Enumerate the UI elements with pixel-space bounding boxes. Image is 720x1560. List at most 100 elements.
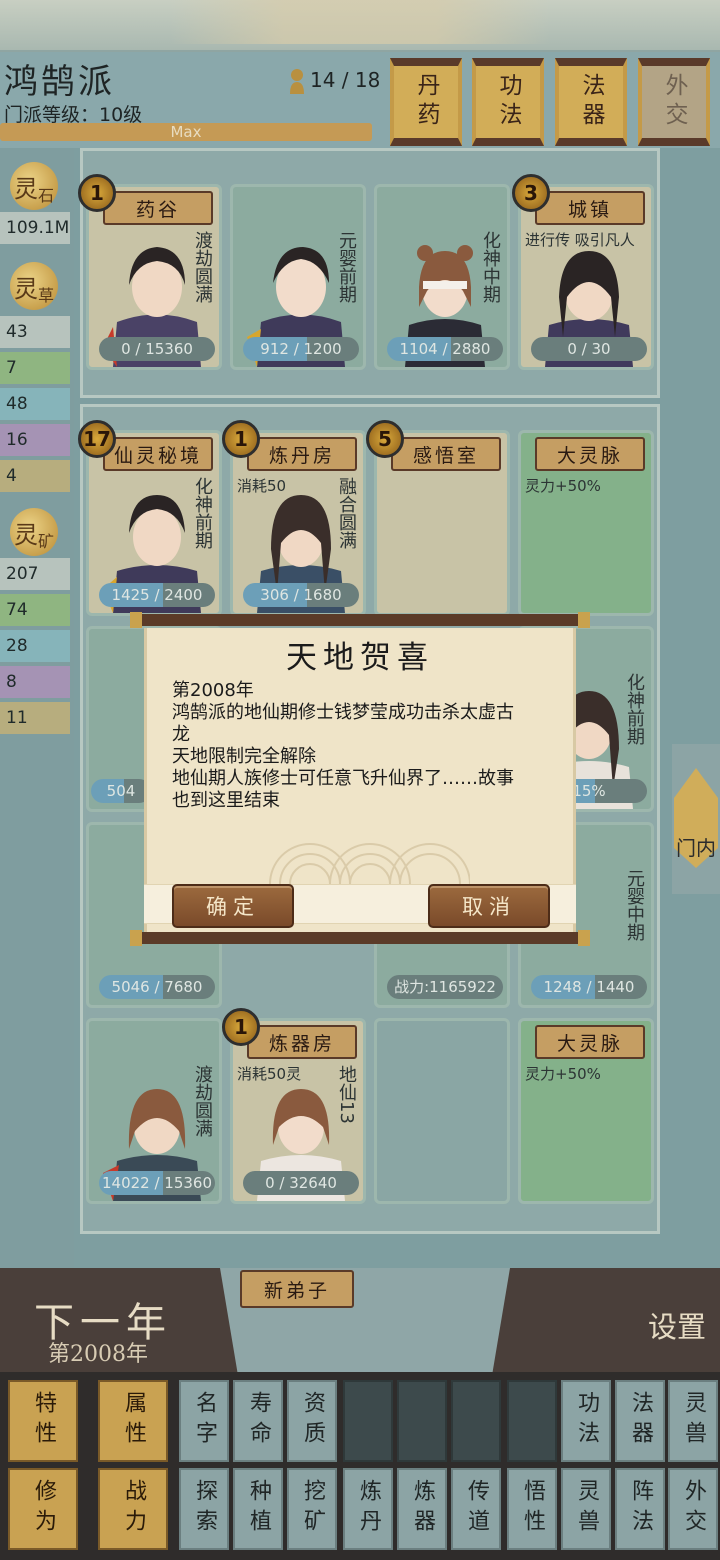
cloud-decoration [269, 843, 470, 884]
sort-alchemy[interactable]: 炼丹 [343, 1468, 393, 1550]
dialog-line: 也到这里结束 [172, 790, 280, 811]
building-card-alchemy-room[interactable]: 炼丹房 消耗50 融合圆满 306 / 1680 [230, 430, 366, 616]
side-tab-inner-sect[interactable]: 门内 [672, 744, 720, 894]
ore-value-green: 74 [0, 594, 70, 626]
herb-value-purple: 16 [0, 424, 70, 456]
building-count-badge: 1 [222, 1008, 260, 1046]
dialog-line: 第2008年 [172, 680, 254, 701]
sort-forging[interactable]: 炼器 [397, 1468, 447, 1550]
sort-trait[interactable]: 特性 [8, 1380, 78, 1462]
dialog-bottom-rod [130, 930, 590, 946]
realm-text: 渡劫圆满 [192, 1065, 213, 1137]
dialog-line: 天地限制完全解除 [172, 746, 316, 767]
sort-technique[interactable]: 功法 [561, 1380, 611, 1462]
herb-value-common: 43 [0, 316, 70, 348]
ore-value-common: 207 [0, 558, 70, 590]
building-card-secret-realm[interactable]: 仙灵秘境 化神前期 1425 / 2400 [86, 430, 222, 616]
progress-bar: 0 / 15360 [99, 337, 215, 361]
sort-aptitude[interactable]: 资质 [287, 1380, 337, 1462]
sort-lifespan[interactable]: 寿命 [233, 1380, 283, 1462]
cancel-button[interactable]: 取消 [428, 884, 550, 928]
sect-name: 鸿鹄派 [4, 62, 115, 102]
sort-comprehension[interactable]: 悟性 [507, 1468, 557, 1550]
spirit-stone-value: 109.1M [0, 212, 70, 244]
building-count-badge: 5 [366, 420, 404, 458]
building-count-badge: 1 [78, 174, 116, 212]
building-label: 炼丹房 [247, 437, 357, 471]
sect-level-bar: Max [0, 123, 372, 141]
building-card-insight-room[interactable]: 感悟室 [374, 430, 510, 616]
combat-power-bar: 战力:1165922 [387, 975, 503, 999]
tab-artifacts[interactable]: 法器 [555, 58, 627, 146]
sort-name[interactable]: 名字 [179, 1380, 229, 1462]
progress-bar: 1104 / 2880 [387, 337, 503, 361]
progress-bar: 0 / 30 [531, 337, 647, 361]
new-disciple-button[interactable]: 新弟子 [240, 1270, 354, 1308]
settings-button[interactable]: 设置 [648, 1304, 706, 1346]
building-card-spirit-vein[interactable]: 大灵脉 灵力+50% [518, 430, 654, 616]
building-label: 感悟室 [391, 437, 501, 471]
population-count: 14 / 18 [310, 68, 381, 92]
realm-text: 元婴中期 [624, 869, 645, 941]
herb-value-gold: 4 [0, 460, 70, 492]
disciple-card[interactable]: 渡劫圆满 14022 / 15360 [86, 1018, 222, 1204]
sort-diplomacy[interactable]: 外交 [668, 1468, 718, 1550]
ore-value-purple: 8 [0, 666, 70, 698]
sort-explore[interactable]: 探索 [179, 1468, 229, 1550]
progress-bar: 504 [91, 779, 151, 803]
sort-planting[interactable]: 种植 [233, 1468, 283, 1550]
side-tab-label: 门内 [676, 836, 716, 860]
sort-attribute[interactable]: 属性 [98, 1380, 168, 1462]
building-label: 药谷 [103, 191, 213, 225]
realm-text: 化神中期 [480, 231, 501, 303]
progress-bar: 0 / 32640 [243, 1171, 359, 1195]
building-label: 仙灵秘境 [103, 437, 213, 471]
progress-bar: 1248 / 1440 [531, 975, 647, 999]
sort-artifact[interactable]: 法器 [615, 1380, 665, 1462]
realm-text: 化神前期 [192, 477, 213, 549]
building-label: 城镇 [535, 191, 645, 225]
realm-text: 融合圆满 [336, 477, 357, 549]
progress-bar: 14022 / 15360 [99, 1171, 215, 1195]
building-count-badge: 3 [512, 174, 550, 212]
sort-teaching[interactable]: 传道 [451, 1468, 501, 1550]
disciple-card[interactable]: 元婴前期 912 / 1200 [230, 184, 366, 370]
building-card-spirit-vein[interactable]: 大灵脉 灵力+50% [518, 1018, 654, 1204]
dialog-line: 龙 [172, 724, 190, 745]
sort-empty-slot [507, 1380, 557, 1462]
ore-value-gold: 11 [0, 702, 70, 734]
building-card-town[interactable]: 城镇 进行传 吸引凡人 0 / 30 [518, 184, 654, 370]
dialog-title: 天地贺喜 [286, 640, 434, 676]
sort-beast[interactable]: 灵兽 [561, 1468, 611, 1550]
dialog-top-rod [130, 612, 590, 628]
building-label: 炼器房 [247, 1025, 357, 1059]
ore-value-blue: 28 [0, 630, 70, 662]
building-effect: 灵力+50% [525, 477, 601, 495]
herb-value-green: 7 [0, 352, 70, 384]
tab-diplomacy[interactable]: 外交 [638, 58, 710, 146]
disciple-card[interactable]: 化神中期 1104 / 2880 [374, 184, 510, 370]
current-year: 第2008年 [48, 1342, 148, 1367]
confirm-button[interactable]: 确定 [172, 884, 294, 928]
tab-techniques[interactable]: 功法 [472, 58, 544, 146]
sort-empty-slot [343, 1380, 393, 1462]
person-icon [290, 69, 304, 94]
building-card-herb-valley[interactable]: 药谷 渡劫圆满 0 / 15360 [86, 184, 222, 370]
dialog-line: 地仙期人族修士可任意飞升仙界了……故事 [172, 768, 514, 789]
building-card-forge-room[interactable]: 炼器房 消耗50灵 地仙13 0 / 32640 [230, 1018, 366, 1204]
realm-text: 元婴前期 [336, 231, 357, 303]
realm-text: 渡劫圆满 [192, 231, 213, 303]
building-count-badge: 1 [222, 420, 260, 458]
dialog-line: 鸿鹄派的地仙期修士钱梦莹成功击杀太虚古 [172, 702, 514, 723]
sort-formation[interactable]: 阵法 [615, 1468, 665, 1550]
sort-spirit-beast[interactable]: 灵兽 [668, 1380, 718, 1462]
top-decoration [0, 0, 720, 52]
realm-text: 地仙13 [336, 1065, 357, 1124]
dialog-message: 第2008年 鸿鹄派的地仙期修士钱梦莹成功击杀太虚古 龙 天地限制完全解除 地仙… [172, 680, 552, 812]
progress-bar: 5046 / 7680 [99, 975, 215, 999]
sort-mining[interactable]: 挖矿 [287, 1468, 337, 1550]
empty-slot[interactable] [374, 1018, 510, 1204]
tab-pills[interactable]: 丹药 [390, 58, 462, 146]
sort-cultivation[interactable]: 修为 [8, 1468, 78, 1550]
sort-combat-power[interactable]: 战力 [98, 1468, 168, 1550]
